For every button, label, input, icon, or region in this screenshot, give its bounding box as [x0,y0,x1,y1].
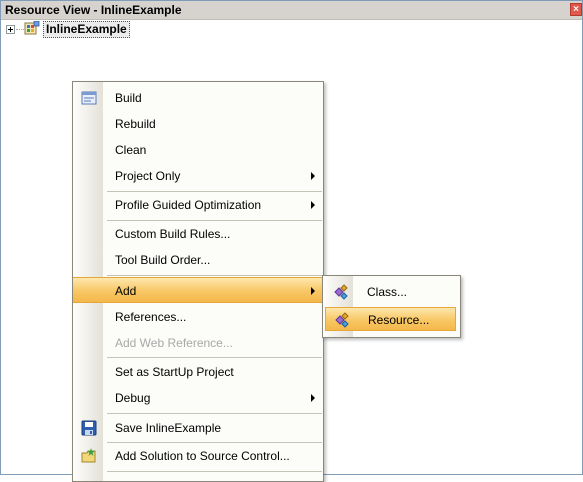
submenu-arrow-icon [311,201,315,209]
menu-item-label: Profile Guided Optimization [115,198,262,212]
menu-item-label: Set as StartUp Project [115,365,234,379]
add-source-control-icon [81,448,97,464]
submenu-arrow-icon [311,172,315,180]
menu-item-label: References... [115,310,187,324]
tree-connector-line [16,29,24,30]
build-icon [81,90,97,106]
menu-separator [107,275,322,276]
class-icon [333,284,349,300]
tree-root-label[interactable]: InlineExample [43,21,130,38]
submenu-arrow-icon [311,287,315,295]
menu-item-label: Custom Build Rules... [115,227,231,241]
save-icon [81,420,97,436]
menu-item-project-only[interactable]: Project Only [73,163,323,189]
menu-item-custom-build-rules[interactable]: Custom Build Rules... [73,221,323,247]
menu-separator [107,357,322,358]
submenu-item-class[interactable]: Class... [325,280,456,304]
menu-item-label: Project Only [115,169,181,183]
menu-separator [107,471,322,472]
submenu-item-resource[interactable]: Resource... [325,307,456,331]
menu-item-add[interactable]: Add [73,277,323,303]
menu-item-debug[interactable]: Debug [73,385,323,411]
project-resource-icon [24,20,40,36]
menu-item-label: Add Web Reference... [115,336,233,350]
menu-separator [107,413,322,414]
add-submenu: Class... Resource... [322,275,461,338]
menu-item-label: Tool Build Order... [115,253,211,267]
close-button[interactable]: × [570,3,582,16]
resource-icon [334,312,350,328]
menu-item-tool-build-order[interactable]: Tool Build Order... [73,247,323,273]
window-title: Resource View - InlineExample [5,3,182,17]
menu-item-label: Debug [115,391,151,405]
menu-item-label: Add [115,284,137,298]
menu-item-label: Add Solution to Source Control... [115,449,290,463]
submenu-item-label: Resource... [368,313,430,327]
menu-item-label: Build [115,91,142,105]
menu-item-label: Rebuild [115,117,156,131]
menu-item-profile-guided-optimization[interactable]: Profile Guided Optimization [73,192,323,218]
menu-item-save-project[interactable]: Save InlineExample [73,415,323,441]
title-bar: Resource View - InlineExample × [1,1,582,20]
menu-item-rebuild[interactable]: Rebuild [73,111,323,137]
submenu-item-label: Class... [367,285,408,299]
menu-item-references[interactable]: References... [73,304,323,330]
menu-item-build[interactable]: Build [73,85,323,111]
menu-item-label: Save InlineExample [115,421,222,435]
expand-icon[interactable] [6,25,15,34]
menu-item-add-solution-to-source-control[interactable]: Add Solution to Source Control... [73,443,323,469]
menu-item-clean[interactable]: Clean [73,137,323,163]
menu-item-set-as-startup-project[interactable]: Set as StartUp Project [73,359,323,385]
context-menu: Build Rebuild Clean Project Only Profile… [72,81,324,482]
menu-item-add-web-reference: Add Web Reference... [73,330,323,356]
menu-item-label: Clean [115,143,147,157]
submenu-arrow-icon [311,394,315,402]
